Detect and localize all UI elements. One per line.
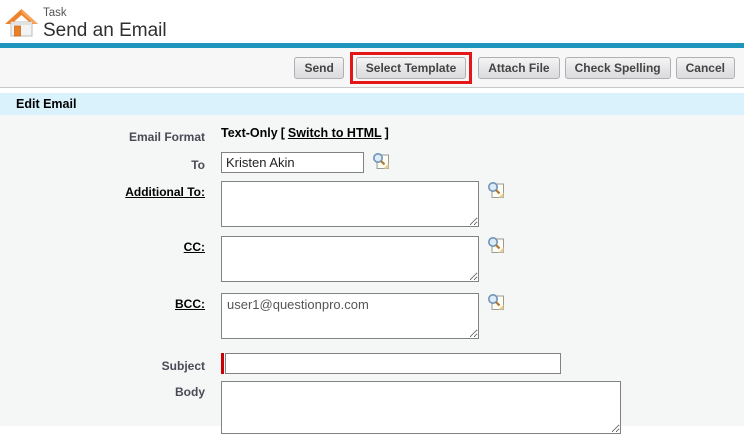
email-format-value: Text-Only [221, 126, 278, 140]
select-template-button[interactable]: Select Template [356, 57, 466, 79]
page-title: Send an Email [43, 21, 167, 42]
cc-textarea[interactable] [221, 236, 479, 282]
bracket-open: [ [281, 126, 285, 140]
page-header: Task Send an Email [0, 0, 744, 43]
required-field-bar [221, 353, 224, 374]
bcc-row: BCC: user1@questionpro.com [0, 293, 744, 339]
subject-label: Subject [162, 359, 205, 373]
bcc-textarea[interactable]: user1@questionpro.com [221, 293, 479, 339]
subject-row: Subject [0, 353, 744, 375]
cancel-button[interactable]: Cancel [676, 57, 735, 79]
cc-row: CC: [0, 236, 744, 282]
additional-to-label-link[interactable]: Additional To: [125, 185, 205, 199]
title-block: Task Send an Email [43, 6, 167, 42]
toolbar: Send Select Template Attach File Check S… [0, 48, 744, 88]
body-textarea[interactable] [221, 381, 621, 434]
email-format-row: Email Format Text-Only [ Switch to HTML … [0, 126, 744, 146]
switch-to-html-link[interactable]: Switch to HTML [288, 126, 382, 140]
to-lookup-magnifier-icon[interactable] [372, 152, 390, 170]
to-input[interactable] [221, 152, 364, 173]
record-type-label: Task [43, 7, 167, 20]
check-spelling-button[interactable]: Check Spelling [565, 57, 671, 79]
email-format-label: Email Format [129, 130, 205, 144]
additional-to-row: Additional To: [0, 181, 744, 227]
bcc-lookup-magnifier-icon[interactable] [487, 293, 505, 311]
cc-lookup-magnifier-icon[interactable] [487, 236, 505, 254]
to-row: To [0, 152, 744, 174]
additional-to-lookup-magnifier-icon[interactable] [487, 181, 505, 199]
section-header-edit-email: Edit Email [0, 93, 744, 115]
bcc-label-link[interactable]: BCC: [175, 297, 205, 311]
cc-label-link[interactable]: CC: [184, 240, 205, 254]
body-row: Body [0, 381, 744, 434]
task-house-icon [5, 8, 38, 39]
body-label: Body [175, 385, 205, 399]
bracket-close: ] [385, 126, 389, 140]
red-highlight-box: Select Template [350, 52, 472, 84]
additional-to-textarea[interactable] [221, 181, 479, 227]
subject-input[interactable] [225, 353, 561, 374]
send-button[interactable]: Send [294, 57, 343, 79]
attach-file-button[interactable]: Attach File [478, 57, 559, 79]
to-label: To [191, 158, 205, 172]
edit-email-form: Email Format Text-Only [ Switch to HTML … [0, 115, 744, 426]
